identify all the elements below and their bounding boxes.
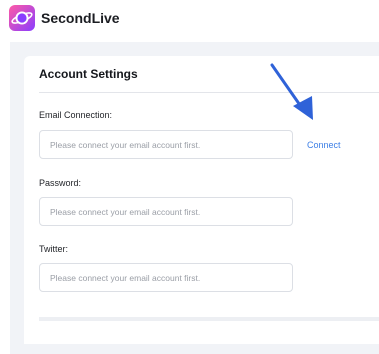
title-divider bbox=[39, 92, 379, 93]
pointer-arrow-icon bbox=[270, 63, 313, 120]
top-bar: SecondLive bbox=[0, 0, 379, 42]
account-settings-panel: Account Settings Email Connection: Conne… bbox=[24, 56, 379, 344]
twitter-input[interactable] bbox=[39, 263, 293, 292]
bottom-divider bbox=[39, 317, 379, 321]
password-input[interactable] bbox=[39, 197, 293, 226]
planet-logo-icon[interactable] bbox=[9, 5, 35, 31]
email-connection-input[interactable] bbox=[39, 130, 293, 159]
left-sidebar bbox=[0, 42, 10, 354]
panel-title: Account Settings bbox=[39, 67, 138, 81]
connect-button[interactable]: Connect bbox=[307, 140, 341, 150]
password-label: Password: bbox=[39, 178, 82, 188]
twitter-label: Twitter: bbox=[39, 244, 69, 254]
email-connection-label: Email Connection: bbox=[39, 110, 113, 120]
brand-name: SecondLive bbox=[41, 10, 120, 26]
